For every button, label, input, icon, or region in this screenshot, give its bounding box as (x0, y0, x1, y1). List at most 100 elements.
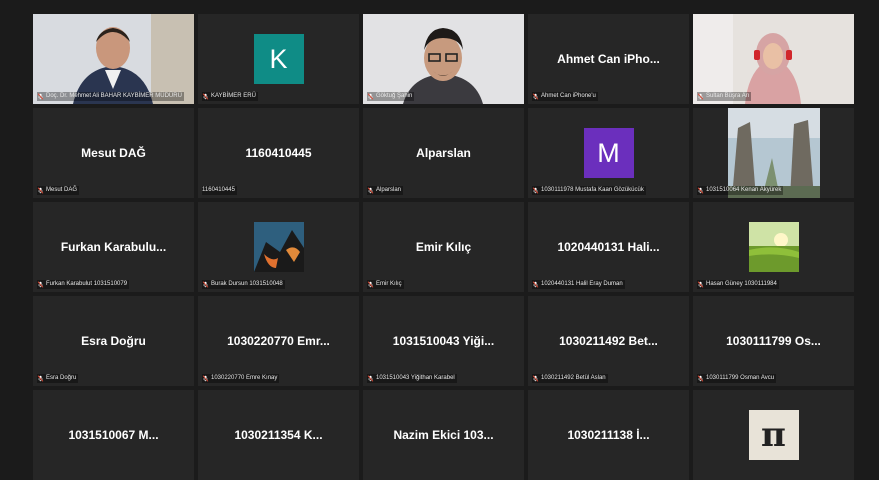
participant-name: Alparslan (376, 187, 402, 193)
participant-name: Göktuğ Şahin (376, 93, 413, 99)
participant-name-label: Burak Dursun 1031510048 (202, 280, 285, 289)
participant-name-label: Sultan Büşra Arı (697, 92, 752, 101)
participant-name: KAYBİMER ERÜ (211, 93, 256, 99)
participant-name-label: 1031510043 Yiğithan Karabel (367, 374, 457, 383)
participant-tile[interactable]: 1030220770 Emr... 1030220770 Emre Kınay (198, 296, 359, 386)
mic-muted-icon (37, 93, 44, 100)
participant-display-name: 1030111799 Os... (726, 334, 821, 348)
participant-name-label: 1160410445 (202, 186, 237, 195)
participant-name: Ahmet Can iPhone'u (541, 93, 596, 99)
participant-tile[interactable]: K KAYBİMER ERÜ (198, 14, 359, 104)
participant-name-label: Emir Kılıç (367, 280, 404, 289)
participant-name: Hasan Güney 1030111984 (706, 281, 777, 287)
participant-tile[interactable]: 1031510043 Yiği... 1031510043 Yiğithan Ka… (363, 296, 524, 386)
participant-name-label: 1030111799 Osman Avcu (697, 374, 777, 383)
mic-muted-icon (532, 187, 539, 194)
participant-name-label: Alparslan (367, 186, 404, 195)
participant-name-label: Esra Doğru (37, 374, 79, 383)
participant-name: 1020440131 Halil Eray Duman (541, 281, 623, 287)
participant-avatar: M (583, 128, 634, 178)
participant-tile[interactable]: Mesut DAĞ Mesut DAĞ (33, 108, 194, 198)
participant-tile[interactable]: Sultan Büşra Arı (693, 14, 854, 104)
participant-grid: Doç. Dr. Mehmet Ali BAHAR KAYBİMER MÜDÜR… (33, 14, 854, 480)
participant-display-name: 1031510043 Yiği... (392, 334, 495, 348)
participant-name-label: 1020440131 Halil Eray Duman (532, 280, 625, 289)
mic-muted-icon (697, 281, 704, 288)
participant-name-label: Hasan Güney 1030111984 (697, 280, 779, 289)
participant-display-name: Nazim Ekici 103... (393, 428, 494, 442)
participant-tile[interactable]: Emir Kılıç Emir Kılıç (363, 202, 524, 292)
participant-name-label: Mesut DAĞ (37, 186, 80, 195)
mic-muted-icon (532, 93, 539, 100)
mic-muted-icon (37, 187, 44, 194)
participant-name: Doç. Dr. Mehmet Ali BAHAR KAYBİMER MÜDÜR… (46, 93, 182, 99)
participant-name-label: 1030220770 Emre Kınay (202, 374, 280, 383)
participant-name-label: Furkan Karabulut 1031510079 (37, 280, 130, 289)
participant-name: Burak Dursun 1031510048 (211, 281, 283, 287)
mic-muted-icon (367, 187, 374, 194)
participant-display-name: 1030211354 K... (234, 428, 323, 442)
participant-name-label: Göktuğ Şahin (367, 92, 415, 101)
participant-tile[interactable]: 1030111799 Os... 1030111799 Osman Avcu (693, 296, 854, 386)
participant-display-name: Ahmet Can iPho... (557, 52, 660, 66)
participant-name: 1030220770 Emre Kınay (211, 375, 278, 381)
participant-display-name: 1031510067 M... (68, 428, 159, 442)
participant-tile[interactable]: M 1030111978 Mustafa Kaan Gözükücük (528, 108, 689, 198)
participant-name-label: KAYBİMER ERÜ (202, 92, 258, 101)
participant-display-name: Alparslan (416, 146, 471, 160)
participant-tile[interactable]: Alparslan Alparslan (363, 108, 524, 198)
participant-tile[interactable]: Esra Doğru Esra Doğru (33, 296, 194, 386)
participant-name: 1160410445 (202, 187, 235, 193)
participant-tile[interactable]: 1030211492 Bet... 1030211492 Betül Aslan (528, 296, 689, 386)
participant-name: 1031510043 Yiğithan Karabel (376, 375, 455, 381)
participant-tile[interactable]: 1160410445 1160410445 (198, 108, 359, 198)
participant-tile[interactable]: Furkan Karabulu... Furkan Karabulut 10315… (33, 202, 194, 292)
avatar-letter: K (269, 43, 288, 74)
participant-tile[interactable]: Göktuğ Şahin (363, 14, 524, 104)
participant-display-name: 1030220770 Emr... (227, 334, 330, 348)
participant-tile[interactable]: 1030211138 İ... (528, 390, 689, 480)
participant-display-name: 1030211492 Bet... (559, 334, 658, 348)
participant-tile[interactable]: 1031510067 M... (33, 390, 194, 480)
mic-muted-icon (367, 281, 374, 288)
participant-display-name: Emir Kılıç (415, 240, 472, 254)
participant-name: 1030111799 Osman Avcu (706, 375, 775, 381)
participant-name: 1030211492 Betül Aslan (541, 375, 606, 381)
avatar-letter: M (597, 137, 620, 168)
participant-name: Esra Doğru (46, 375, 77, 381)
participant-display-name: 1020440131 Hali... (557, 240, 660, 254)
participant-name: 1031510064 Kenan Akyürek (706, 187, 782, 193)
participant-display-name: Mesut DAĞ (81, 146, 146, 160)
participant-name-label: Ahmet Can iPhone'u (532, 92, 598, 101)
participant-tile[interactable]: 1020440131 Hali... 1020440131 Halil Eray … (528, 202, 689, 292)
mic-muted-icon (532, 375, 539, 382)
participant-tile[interactable]: π (693, 390, 854, 480)
mic-muted-icon (697, 93, 704, 100)
participant-tile[interactable]: Nazim Ekici 103... (363, 390, 524, 480)
participant-tile[interactable]: 1030211354 K... (198, 390, 359, 480)
participant-tile[interactable]: Doç. Dr. Mehmet Ali BAHAR KAYBİMER MÜDÜR… (33, 14, 194, 104)
participant-name-label: 1030211492 Betül Aslan (532, 374, 608, 383)
mic-muted-icon (532, 281, 539, 288)
participant-avatar: K (253, 34, 304, 84)
participant-name: Furkan Karabulut 1031510079 (46, 281, 128, 287)
participant-tile[interactable]: 1031510064 Kenan Akyürek (693, 108, 854, 198)
participant-display-name: Esra Doğru (81, 334, 146, 348)
participant-tile[interactable]: Ahmet Can iPho... Ahmet Can iPhone'u (528, 14, 689, 104)
mic-muted-icon (202, 375, 209, 382)
participant-name-label: 1031510064 Kenan Akyürek (697, 186, 784, 195)
participant-name: Sultan Büşra Arı (706, 93, 750, 99)
participant-display-name: 1160410445 (245, 146, 312, 160)
mic-muted-icon (37, 281, 44, 288)
participant-display-name: 1030211138 İ... (567, 428, 650, 442)
mic-muted-icon (697, 375, 704, 382)
mic-muted-icon (202, 281, 209, 288)
participant-tile[interactable]: Hasan Güney 1030111984 (693, 202, 854, 292)
mic-muted-icon (367, 375, 374, 382)
participant-name-label: 1030111978 Mustafa Kaan Gözükücük (532, 186, 646, 195)
mic-muted-icon (37, 375, 44, 382)
participant-name: 1030111978 Mustafa Kaan Gözükücük (541, 187, 644, 193)
participant-tile[interactable]: Burak Dursun 1031510048 (198, 202, 359, 292)
mic-muted-icon (367, 93, 374, 100)
mic-muted-icon (697, 187, 704, 194)
